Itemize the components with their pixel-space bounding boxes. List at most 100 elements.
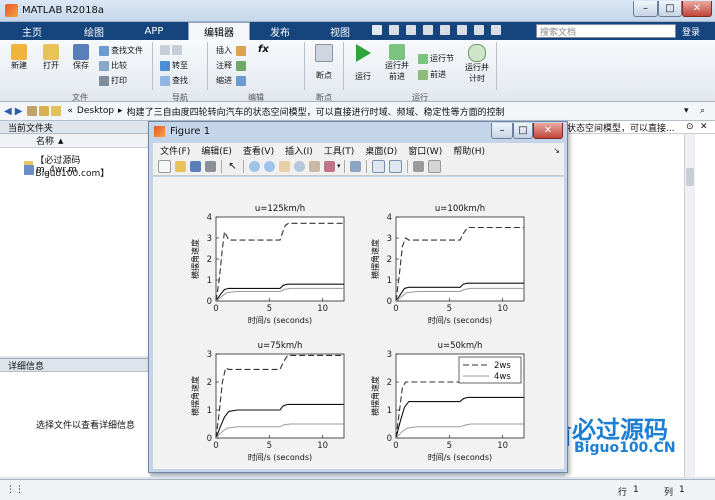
figure-canvas[interactable]: 0 5 10 0 1 2 3 4 u=125km/h 时间/s (seconds) 横摆角速度 0 5 1… [153,177,564,469]
tab-apps[interactable]: APP [132,22,176,40]
menu-edit[interactable]: 编辑(E) [201,144,232,157]
brush-dropdown-icon[interactable]: ▾ [337,162,341,170]
comment-button[interactable]: 注释 [216,60,248,71]
list-item[interactable]: m_4wr.m [24,165,77,175]
breakpoints-button[interactable]: 断点 [310,44,338,81]
find-button[interactable]: 查找 [160,75,188,86]
menu-file[interactable]: 文件(F) [160,144,190,157]
link-plot-icon[interactable] [349,160,361,172]
figure-menu-bar: 文件(F) 编辑(E) 查看(V) 插入(I) 工具(T) 桌面(D) 窗口(W… [153,143,564,157]
switch-windows-icon[interactable] [474,25,484,35]
back-icon[interactable]: ◀ [4,106,12,117]
edit-group-label: 编辑 [248,93,264,102]
y-tick-label: 0 [207,434,212,444]
open-file-icon[interactable] [175,160,186,172]
pan-icon[interactable] [279,160,290,172]
figure-title-bar[interactable]: Figure 1 – □ ✕ [149,122,567,141]
menu-view[interactable]: 查看(V) [243,144,274,157]
menu-window[interactable]: 窗口(W) [408,144,442,157]
scrollbar-thumb[interactable] [686,168,694,186]
back-forward-buttons[interactable] [160,45,184,55]
path-dropdown-icon[interactable]: ▾ [684,106,689,116]
brush-icon[interactable] [324,160,335,172]
run-time-button[interactable]: 运行并计时 [463,44,491,84]
x-tick-label: 0 [393,441,398,451]
print-button[interactable]: 打印 [99,75,127,86]
dock-icon[interactable]: ↘ [553,146,560,155]
run-group-label: 运行 [412,93,428,102]
tab-plots[interactable]: 绘图 [72,22,116,40]
current-folder-panel: 名称 ▲ 【必过源码 Biguo100.com】 m_4wr.m [0,134,150,356]
figure-minimize-icon[interactable]: – [491,123,513,139]
search-input[interactable]: 搜索文档 [536,24,676,38]
y-tick-label: 3 [207,234,212,244]
save-button[interactable]: 保存 [68,44,94,71]
minimize-icon[interactable]: – [633,1,658,17]
paste-icon[interactable] [423,25,433,35]
panel-close-icon[interactable]: ✕ [700,122,708,132]
y-axis-label: 横摆角速度 [190,239,200,279]
y-axis-label: 横摆角速度 [370,376,380,416]
path-root[interactable]: « [67,106,73,116]
figure-window[interactable]: Figure 1 – □ ✕ 文件(F) 编辑(E) 查看(V) 插入(I) 工… [148,121,568,473]
compare-button[interactable]: 比较 [99,60,127,71]
print-figure-icon[interactable] [205,160,216,172]
menu-desktop[interactable]: 桌面(D) [365,144,397,157]
browse-folder-icon[interactable] [39,106,50,116]
figure-close-icon[interactable]: ✕ [533,123,563,139]
tab-home[interactable]: 主页 [12,22,52,40]
path-current-folder[interactable]: 构建了三自由度四轮转向汽车的状态空间模型，可以直接进行时域、频域、稳定性等方面的… [127,105,657,118]
new-button[interactable]: 新建 [6,44,32,71]
copy-icon[interactable] [406,25,416,35]
insert-colorbar-icon[interactable] [371,159,385,173]
maximize-icon[interactable]: □ [658,1,682,17]
new-figure-icon[interactable] [158,159,171,173]
login-link[interactable]: 登录 [682,25,700,38]
rotate-icon[interactable] [294,160,305,172]
pointer-icon[interactable]: ↖ [227,161,238,172]
tab-publish[interactable]: 发布 [256,22,304,40]
save-icon [73,44,89,60]
advance-button[interactable]: 前进 [418,69,446,80]
up-folder-icon[interactable] [27,106,38,116]
y-tick-label: 2 [207,255,212,265]
tab-editor[interactable]: 编辑器 [188,22,250,40]
cut-icon[interactable] [389,25,399,35]
ribbon-separator [152,42,153,90]
zoom-in-icon[interactable] [249,160,260,172]
find-files-button[interactable]: 查找文件 [99,45,143,56]
menu-help[interactable]: 帮助(H) [453,144,485,157]
run-button[interactable]: 运行 [350,44,376,82]
col-value: 1 [679,485,685,495]
zoom-out-icon[interactable] [264,160,275,172]
save-figure-icon[interactable] [190,160,201,172]
hide-plot-tools-icon[interactable] [412,160,424,172]
forward-icon[interactable]: ▶ [15,106,23,117]
run-section-button[interactable]: 运行节 [418,53,454,64]
redo-icon[interactable] [457,25,467,35]
menu-insert[interactable]: 插入(I) [285,144,313,157]
search-icon[interactable]: ⌕ [665,26,670,36]
insert-button[interactable]: 插入 [216,45,248,56]
insert-legend-icon[interactable] [388,159,402,173]
file-column-header[interactable]: 名称 ▲ [0,134,150,148]
x-tick-label: 5 [447,441,452,451]
tab-view[interactable]: 视图 [318,22,362,40]
close-icon[interactable]: ✕ [682,1,712,17]
open-button[interactable]: 打开 [38,44,64,71]
goto-button[interactable]: 转至 [160,60,188,71]
panel-collapse-icon[interactable]: ⊙ [686,122,694,132]
help-icon[interactable] [491,25,501,35]
run-advance-button[interactable]: 运行并前进 [382,44,412,82]
indent-button[interactable]: 缩进 [216,75,248,86]
undo-icon[interactable] [440,25,450,35]
show-plot-tools-icon[interactable] [427,159,441,173]
menu-tools[interactable]: 工具(T) [324,144,355,157]
search-folder-icon[interactable]: ⌕ [700,106,705,116]
details-header[interactable]: 详细信息 [0,358,150,372]
path-desktop[interactable]: Desktop [77,106,114,116]
fx-button[interactable]: fx [258,44,269,55]
data-cursor-icon[interactable] [309,160,320,172]
save-icon[interactable] [372,25,382,35]
figure-maximize-icon[interactable]: □ [513,123,533,139]
